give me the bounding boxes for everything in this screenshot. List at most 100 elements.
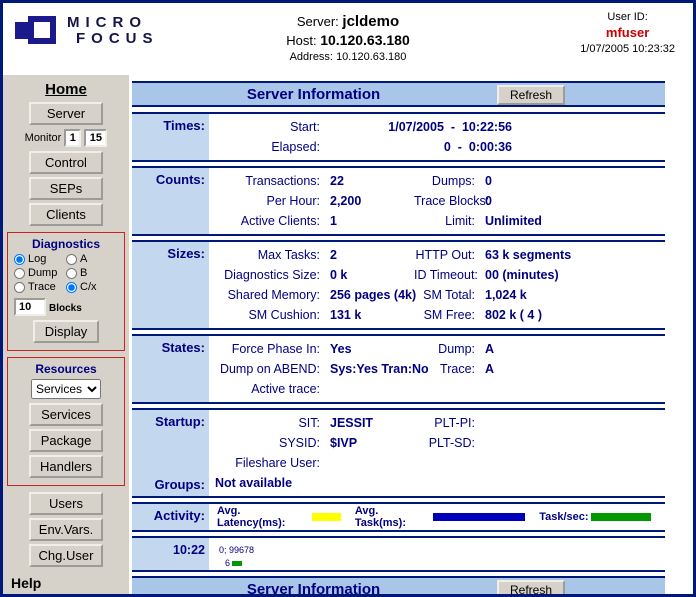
user-id-value: mfuser (580, 25, 675, 40)
clients-button[interactable]: Clients (29, 203, 103, 226)
states-section: States: Force Phase In: Yes Dump: A Dump… (132, 334, 665, 404)
radio-b[interactable]: B (66, 267, 118, 279)
address-line: Address: 10.120.63.180 (203, 51, 493, 63)
admin-window: MICRO FOCUS Server: jcldemo Host: 10.120… (0, 0, 696, 597)
monitor-interval-input[interactable] (64, 129, 81, 147)
seps-button[interactable]: SEPs (29, 177, 103, 200)
activity-values-line: 0; 99678 (219, 540, 665, 558)
startup-row: SYSID: $IVP PLT-SD: (209, 433, 665, 453)
control-button[interactable]: Control (29, 151, 103, 174)
states-row: Dump on ABEND: Sys:Yes Tran:No Trace: A (209, 359, 665, 379)
blocks-row: Blocks (14, 298, 120, 316)
sizes-row: Diagnostics Size: 0 k ID Timeout: 00 (mi… (209, 265, 665, 285)
radio-a[interactable]: A (66, 253, 118, 265)
activity-data-section: 10:22 0; 99678 6 (132, 536, 665, 572)
page-title-bottom: Server Information (132, 581, 495, 597)
radio-log[interactable]: Log (14, 253, 66, 265)
groups-label: Groups: (132, 477, 205, 492)
package-button[interactable]: Package (29, 429, 103, 452)
main-panel: Server Information Refresh Times: Start:… (129, 75, 693, 594)
startup-section: Startup: Groups: SIT: JESSIT PLT-PI: SYS… (132, 408, 665, 498)
startup-label: Startup: (132, 414, 205, 429)
help-heading: Help (11, 575, 129, 591)
counts-label: Counts: (132, 168, 209, 234)
times-row: Elapsed: 0 - 0:00:36 (209, 137, 665, 157)
monitor-count-input[interactable] (84, 129, 107, 147)
tasksec-data-bar (232, 561, 242, 566)
users-button[interactable]: Users (29, 492, 103, 515)
radio-dump-input[interactable] (14, 268, 25, 279)
radio-cx-input[interactable] (66, 282, 77, 293)
radio-cx[interactable]: C/x (66, 281, 118, 293)
resources-box: Resources Services Services Package Hand… (7, 357, 125, 486)
activity-label: Activity: (132, 504, 209, 530)
radio-dump[interactable]: Dump (14, 267, 66, 279)
activity-time: 10:22 (132, 538, 209, 570)
envvars-button[interactable]: Env.Vars. (29, 518, 103, 541)
micro-focus-logo-icon (13, 11, 59, 51)
user-info: User ID: mfuser 1/07/2005 10:23:32 (580, 11, 675, 55)
monitor-label: Monitor (25, 132, 62, 144)
services-button[interactable]: Services (29, 403, 103, 426)
bottom-title-bar: Server Information Refresh (132, 576, 665, 597)
server-button[interactable]: Server (29, 102, 103, 125)
server-name: jcldemo (342, 13, 399, 30)
states-label: States: (132, 336, 209, 402)
radio-log-input[interactable] (14, 254, 25, 265)
top-title-bar: Server Information Refresh (132, 81, 665, 107)
blocks-label: Blocks (49, 303, 82, 316)
resources-dropdown[interactable]: Services (31, 379, 101, 399)
server-name-line: Server: jcldemo (203, 13, 493, 30)
counts-row: Per Hour: 2,200 Trace Blocks: 0 (209, 191, 665, 211)
diagnostics-title: Diagnostics (10, 237, 122, 251)
radio-b-input[interactable] (66, 268, 77, 279)
sizes-row: SM Cushion: 131 k SM Free: 802 k ( 4 ) (209, 305, 665, 325)
times-row: Start: 1/07/2005 - 10:22:56 (209, 117, 665, 137)
host-address: 10.120.63.180 (320, 32, 410, 48)
refresh-button-top[interactable]: Refresh (497, 85, 565, 105)
startup-row: SIT: JESSIT PLT-PI: (209, 413, 665, 433)
host-line: Host: 10.120.63.180 (203, 32, 493, 48)
activity-tasksec-line: 6 (219, 558, 665, 568)
micro-focus-logo: MICRO FOCUS (13, 11, 159, 51)
sizes-row: Shared Memory: 256 pages (4k) SM Total: … (209, 285, 665, 305)
startup-label-column: Startup: Groups: (132, 410, 209, 496)
menu-link[interactable]: Menu (11, 593, 41, 597)
activity-section: Activity: Avg. Latency(ms): Avg. Task(ms… (132, 502, 665, 532)
states-row: Force Phase In: Yes Dump: A (209, 339, 665, 359)
server-identity: Server: jcldemo Host: 10.120.63.180 Addr… (203, 13, 493, 63)
sizes-section: Sizes: Max Tasks: 2 HTTP Out: 63 k segme… (132, 240, 665, 330)
sizes-label: Sizes: (132, 242, 209, 328)
logo-text: MICRO FOCUS (67, 15, 159, 47)
monitor-row: Monitor (3, 129, 129, 147)
times-section: Times: Start: 1/07/2005 - 10:22:56 Elaps… (132, 112, 665, 162)
diagnostics-box: Diagnostics Log A Dump (7, 232, 125, 351)
handlers-button[interactable]: Handlers (29, 455, 103, 478)
resources-title: Resources (10, 362, 122, 376)
chguser-button[interactable]: Chg.User (29, 544, 103, 567)
user-id-label: User ID: (580, 11, 675, 23)
display-button[interactable]: Display (33, 320, 99, 343)
home-link[interactable]: Home (3, 81, 129, 98)
blocks-input[interactable] (14, 298, 46, 316)
counts-row: Active Clients: 1 Limit: Unlimited (209, 211, 665, 231)
times-label: Times: (132, 114, 209, 160)
refresh-button-bottom[interactable]: Refresh (497, 580, 565, 597)
activity-legend: Avg. Latency(ms): Avg. Task(ms): Task/se… (209, 507, 665, 527)
page-header: MICRO FOCUS Server: jcldemo Host: 10.120… (3, 3, 693, 75)
tasksec-legend-bar (591, 513, 651, 521)
diagnostics-radios: Log A Dump B (10, 253, 122, 293)
sizes-row: Max Tasks: 2 HTTP Out: 63 k segments (209, 245, 665, 265)
sidebar: Home Server Monitor Control SEPs Clients… (3, 75, 129, 594)
latency-legend-bar (312, 513, 341, 521)
states-row: Active trace: (209, 379, 665, 399)
startup-row: Fileshare User: (209, 453, 665, 473)
radio-trace-input[interactable] (14, 282, 25, 293)
page-title: Server Information (132, 86, 495, 103)
radio-trace[interactable]: Trace (14, 281, 66, 293)
counts-row: Transactions: 22 Dumps: 0 (209, 171, 665, 191)
groups-value: Not available (209, 473, 665, 493)
radio-a-input[interactable] (66, 254, 77, 265)
current-datetime: 1/07/2005 10:23:32 (580, 43, 675, 55)
task-legend-bar (433, 513, 526, 521)
